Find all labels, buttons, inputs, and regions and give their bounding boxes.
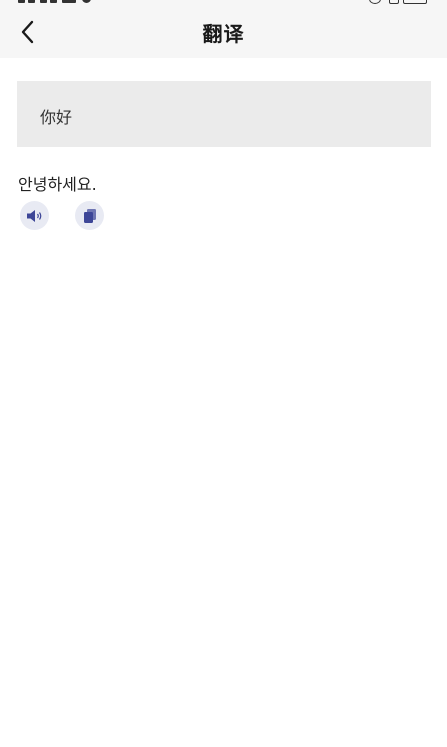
source-text-box[interactable]: 你好 bbox=[17, 81, 431, 147]
status-bar bbox=[0, 0, 447, 8]
translation-result: 안녕하세요. bbox=[18, 175, 97, 194]
speaker-icon bbox=[26, 209, 41, 222]
speaker-button[interactable] bbox=[20, 201, 49, 230]
copy-icon bbox=[83, 208, 96, 223]
page-title: 翻译 bbox=[202, 22, 245, 46]
app-header: 翻译 bbox=[0, 8, 447, 58]
status-bar-left bbox=[18, 0, 98, 6]
source-text: 你好 bbox=[40, 108, 73, 127]
copy-button[interactable] bbox=[75, 201, 104, 230]
status-bar-right bbox=[369, 0, 429, 6]
